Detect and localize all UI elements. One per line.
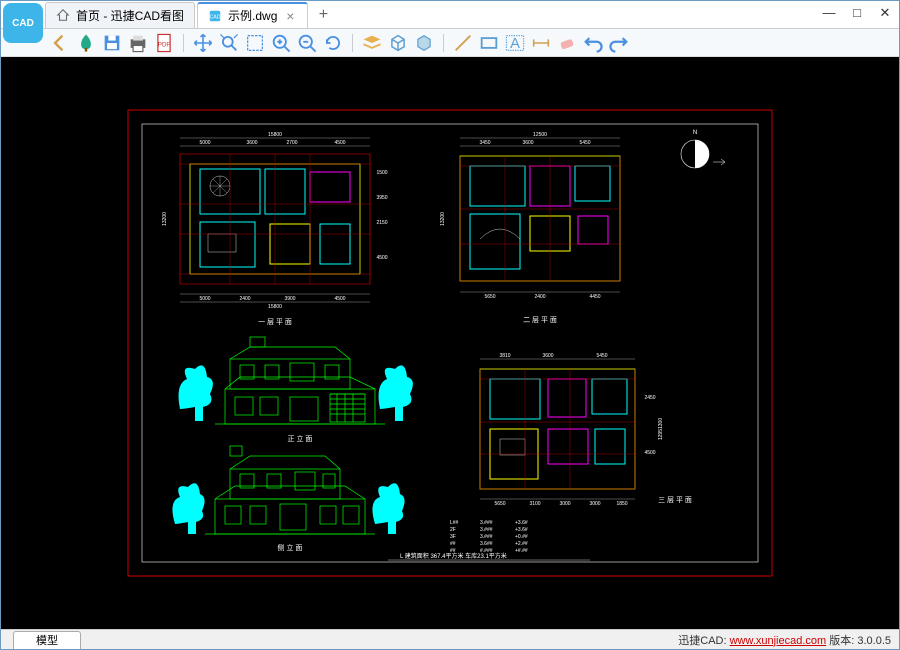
svg-text:N: N bbox=[693, 130, 697, 136]
svg-text:一 层 平 面: 一 层 平 面 bbox=[258, 318, 292, 326]
tree-icon[interactable] bbox=[75, 32, 97, 54]
text-tool-icon[interactable]: A bbox=[504, 32, 526, 54]
svg-text:L 建筑面积 367.4平方米 车库23.1平方米: L 建筑面积 367.4平方米 车库23.1平方米 bbox=[400, 552, 507, 560]
status-bar: 模型 迅捷CAD: www.xunjiecad.com 版本: 3.0.0.5 bbox=[1, 629, 899, 649]
tab-bar: 首页 - 迅捷CAD看图 CAD 示例.dwg × + — □ ✕ bbox=[1, 1, 899, 29]
save-icon[interactable] bbox=[101, 32, 123, 54]
tab-home[interactable]: 首页 - 迅捷CAD看图 bbox=[45, 2, 195, 28]
svg-text:PDF: PDF bbox=[158, 41, 170, 48]
home-icon bbox=[56, 8, 70, 22]
3d-icon[interactable] bbox=[387, 32, 409, 54]
svg-text:4500: 4500 bbox=[334, 296, 345, 302]
svg-text:2700: 2700 bbox=[286, 140, 297, 146]
svg-text:4500: 4500 bbox=[334, 140, 345, 146]
svg-text:5450: 5450 bbox=[579, 140, 590, 146]
line-tool-icon[interactable] bbox=[452, 32, 474, 54]
svg-text:CAD: CAD bbox=[209, 14, 220, 20]
svg-text:3600: 3600 bbox=[542, 353, 553, 359]
svg-text:12500: 12500 bbox=[533, 132, 547, 138]
svg-text:13200: 13200 bbox=[440, 212, 446, 226]
svg-text:+2.##: +2.## bbox=[515, 541, 528, 547]
svg-text:2400: 2400 bbox=[534, 294, 545, 300]
window-controls: — □ ✕ bbox=[821, 5, 893, 21]
app-logo: CAD bbox=[3, 3, 43, 43]
svg-text:##: ## bbox=[450, 541, 456, 547]
svg-text:2150: 2150 bbox=[376, 220, 387, 226]
svg-text:3100: 3100 bbox=[529, 501, 540, 507]
svg-text:3000: 3000 bbox=[589, 501, 600, 507]
svg-text:15800: 15800 bbox=[268, 304, 282, 310]
maximize-button[interactable]: □ bbox=[849, 5, 865, 21]
svg-text:3000: 3000 bbox=[559, 501, 570, 507]
svg-text:5000: 5000 bbox=[199, 140, 210, 146]
zoom-window-icon[interactable] bbox=[244, 32, 266, 54]
close-icon[interactable]: × bbox=[283, 9, 297, 23]
svg-text:3950: 3950 bbox=[376, 195, 387, 201]
svg-text:+#.##: +#.## bbox=[515, 548, 528, 554]
svg-text:+3.6#: +3.6# bbox=[515, 520, 528, 526]
svg-text:1500: 1500 bbox=[376, 170, 387, 176]
svg-text:3.6##: 3.6## bbox=[480, 541, 493, 547]
undo-icon[interactable] bbox=[582, 32, 604, 54]
regen-icon[interactable] bbox=[322, 32, 344, 54]
svg-text:5450: 5450 bbox=[596, 353, 607, 359]
tab-label: 首页 - 迅捷CAD看图 bbox=[76, 7, 184, 24]
svg-text:3450: 3450 bbox=[479, 140, 490, 146]
box-icon[interactable] bbox=[413, 32, 435, 54]
svg-text:3.###: 3.### bbox=[480, 534, 493, 540]
redo-icon[interactable] bbox=[608, 32, 630, 54]
rect-tool-icon[interactable] bbox=[478, 32, 500, 54]
cad-drawing: 5000 3600 2700 4500 15800 5000 2400 3900… bbox=[120, 104, 780, 582]
tab-file[interactable]: CAD 示例.dwg × bbox=[197, 2, 308, 28]
svg-text:5650: 5650 bbox=[484, 294, 495, 300]
svg-text:二 层 平 面: 二 层 平 面 bbox=[523, 316, 557, 324]
svg-text:15800: 15800 bbox=[268, 132, 282, 138]
dimension-icon[interactable] bbox=[530, 32, 552, 54]
svg-text:5000: 5000 bbox=[199, 296, 210, 302]
svg-text:3810: 3810 bbox=[499, 353, 510, 359]
close-button[interactable]: ✕ bbox=[877, 5, 893, 21]
svg-text:正 立 面: 正 立 面 bbox=[288, 434, 313, 443]
pan-icon[interactable] bbox=[192, 32, 214, 54]
minimize-button[interactable]: — bbox=[821, 5, 837, 21]
svg-text:2450: 2450 bbox=[644, 395, 655, 401]
website-link[interactable]: www.xunjiecad.com bbox=[730, 635, 827, 647]
toolbar: PDF A bbox=[1, 29, 899, 57]
svg-text:3F: 3F bbox=[450, 534, 456, 540]
layer-icon[interactable] bbox=[361, 32, 383, 54]
erase-icon[interactable] bbox=[556, 32, 578, 54]
svg-text:+0.##: +0.## bbox=[515, 534, 528, 540]
svg-text:3900: 3900 bbox=[284, 296, 295, 302]
svg-text:1850: 1850 bbox=[616, 501, 627, 507]
svg-text:4500: 4500 bbox=[376, 255, 387, 261]
svg-text:2F: 2F bbox=[450, 527, 456, 533]
svg-text:3.###: 3.### bbox=[480, 520, 493, 526]
svg-text:L##: L## bbox=[450, 520, 459, 526]
svg-text:3.###: 3.### bbox=[480, 527, 493, 533]
tab-label: 示例.dwg bbox=[228, 7, 277, 24]
svg-text:3600: 3600 bbox=[522, 140, 533, 146]
back-icon[interactable] bbox=[49, 32, 71, 54]
new-tab-button[interactable]: + bbox=[310, 2, 336, 28]
svg-text:2400: 2400 bbox=[239, 296, 250, 302]
svg-text:5650: 5650 bbox=[494, 501, 505, 507]
svg-text:+3.6#: +3.6# bbox=[515, 527, 528, 533]
zoom-out-icon[interactable] bbox=[296, 32, 318, 54]
svg-text:侧 立 面: 侧 立 面 bbox=[278, 543, 303, 552]
svg-text:A: A bbox=[510, 35, 520, 51]
svg-text:4450: 4450 bbox=[589, 294, 600, 300]
svg-text:12951300: 12951300 bbox=[658, 418, 664, 440]
dwg-icon: CAD bbox=[208, 9, 222, 23]
svg-text:3600: 3600 bbox=[246, 140, 257, 146]
svg-text:4500: 4500 bbox=[644, 450, 655, 456]
pdf-icon[interactable]: PDF bbox=[153, 32, 175, 54]
svg-text:13200: 13200 bbox=[162, 212, 168, 226]
print-icon[interactable] bbox=[127, 32, 149, 54]
zoom-in-icon[interactable] bbox=[270, 32, 292, 54]
status-info: 迅捷CAD: www.xunjiecad.com 版本: 3.0.0.5 bbox=[678, 632, 891, 648]
model-tab[interactable]: 模型 bbox=[13, 631, 81, 649]
zoom-extents-icon[interactable] bbox=[218, 32, 240, 54]
svg-text:三 层 平 面: 三 层 平 面 bbox=[658, 496, 692, 504]
drawing-viewport[interactable]: 5000 3600 2700 4500 15800 5000 2400 3900… bbox=[1, 57, 899, 629]
